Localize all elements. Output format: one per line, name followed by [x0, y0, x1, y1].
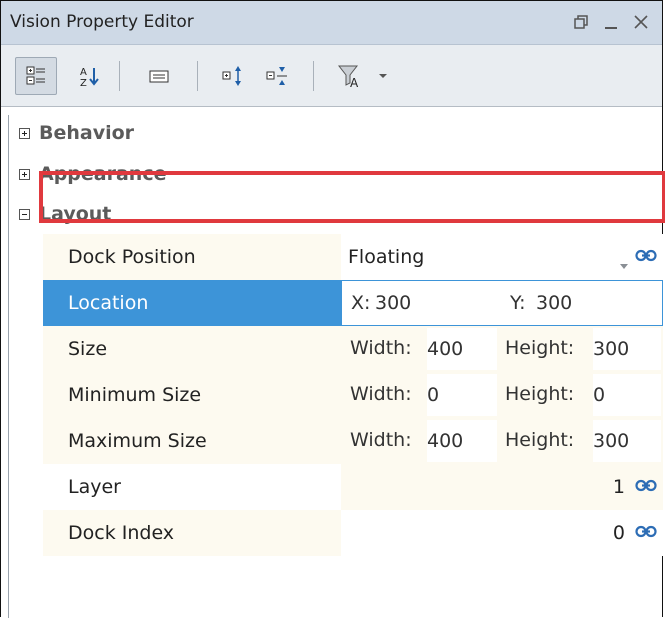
category-label: Behavior — [39, 122, 135, 144]
height-label: Height: — [505, 383, 575, 405]
dock-index-field[interactable]: 0 — [341, 510, 663, 556]
window-title: Vision Property Editor — [10, 12, 194, 32]
width-value: 400 — [427, 430, 464, 452]
property-name: Dock Index — [43, 510, 341, 556]
filter-icon[interactable]: A — [331, 57, 371, 95]
property-editor-window: Vision Property Editor A Z A Behavior Ap… — [0, 0, 665, 618]
collapse-icon[interactable] — [19, 208, 30, 220]
minimum-size-editor[interactable]: Width: 0 Height: 0 — [341, 372, 663, 418]
height-value: 300 — [593, 430, 630, 452]
x-label: X: — [351, 292, 371, 314]
x-value-field[interactable]: 300 — [375, 292, 411, 314]
property-row-location[interactable]: Location X: 300 Y: 300 — [43, 280, 663, 326]
property-row-layer[interactable]: Layer 1 — [43, 464, 663, 510]
width-field[interactable]: 400 — [427, 328, 497, 370]
minimize-icon[interactable] — [599, 9, 623, 35]
svg-text:A: A — [350, 76, 359, 89]
collapse-all-icon[interactable] — [259, 57, 295, 95]
close-icon[interactable] — [629, 9, 653, 35]
property-name: Layer — [43, 464, 341, 510]
category-behavior[interactable]: Behavior — [19, 113, 134, 153]
width-label: Width: — [350, 383, 412, 405]
width-field[interactable]: 0 — [427, 374, 497, 416]
grid-left-margin — [1, 115, 9, 618]
expand-icon[interactable] — [19, 168, 30, 180]
width-label: Width: — [350, 337, 412, 359]
dropdown-arrow-icon[interactable] — [373, 57, 393, 95]
height-label: Height: — [505, 429, 575, 451]
title-bar[interactable]: Vision Property Editor — [1, 1, 662, 45]
layer-field[interactable]: 1 — [341, 464, 663, 510]
dock-position-dropdown[interactable]: Floating — [341, 234, 663, 280]
property-value: 0 — [612, 522, 625, 544]
expand-all-icon[interactable] — [215, 57, 251, 95]
height-value: 0 — [593, 384, 606, 406]
maximum-size-editor[interactable]: Width: 400 Height: 300 — [341, 418, 663, 464]
property-value: Floating — [348, 246, 425, 268]
height-value: 300 — [593, 338, 630, 360]
width-value: 400 — [427, 338, 464, 360]
binding-link-icon[interactable] — [635, 246, 657, 271]
dropdown-arrow-icon[interactable] — [619, 253, 629, 275]
height-label: Height: — [505, 337, 575, 359]
binding-link-icon[interactable] — [635, 476, 657, 501]
show-descriptions-icon[interactable] — [141, 57, 177, 95]
size-editor[interactable]: Width: 400 Height: 300 — [341, 326, 663, 372]
width-field[interactable]: 400 — [427, 420, 497, 462]
restore-icon[interactable] — [569, 9, 593, 35]
property-name: Maximum Size — [43, 418, 341, 464]
property-row-size[interactable]: Size Width: 400 Height: 300 — [43, 326, 663, 372]
property-grid: Behavior Appearance Layout Dock Position… — [1, 107, 665, 618]
y-label: Y: — [510, 292, 526, 314]
property-row-maximum-size[interactable]: Maximum Size Width: 400 Height: 300 — [43, 418, 663, 464]
height-field[interactable]: 300 — [593, 328, 661, 370]
toolbar: A Z A — [1, 45, 662, 107]
height-field[interactable]: 300 — [593, 420, 661, 462]
width-value: 0 — [427, 384, 440, 406]
property-name: Location — [43, 280, 341, 326]
property-name: Size — [43, 326, 341, 372]
width-label: Width: — [350, 429, 412, 451]
location-highlight-frame — [39, 171, 665, 223]
property-value: 1 — [612, 476, 625, 498]
svg-text:A: A — [80, 67, 87, 78]
svg-text:Z: Z — [80, 78, 87, 88]
y-value-field[interactable]: 300 — [536, 292, 572, 314]
sort-alphabetical-icon[interactable]: A Z — [71, 57, 107, 95]
location-editor[interactable]: X: 300 Y: 300 — [341, 280, 663, 326]
expand-icon[interactable] — [19, 127, 30, 139]
property-row-dock-position[interactable]: Dock Position Floating — [43, 234, 663, 280]
property-name: Dock Position — [43, 234, 341, 280]
binding-link-icon[interactable] — [635, 522, 657, 547]
property-name: Minimum Size — [43, 372, 341, 418]
height-field[interactable]: 0 — [593, 374, 661, 416]
property-row-dock-index[interactable]: Dock Index 0 — [43, 510, 663, 556]
categorized-view-icon[interactable] — [15, 57, 57, 95]
property-row-minimum-size[interactable]: Minimum Size Width: 0 Height: 0 — [43, 372, 663, 418]
